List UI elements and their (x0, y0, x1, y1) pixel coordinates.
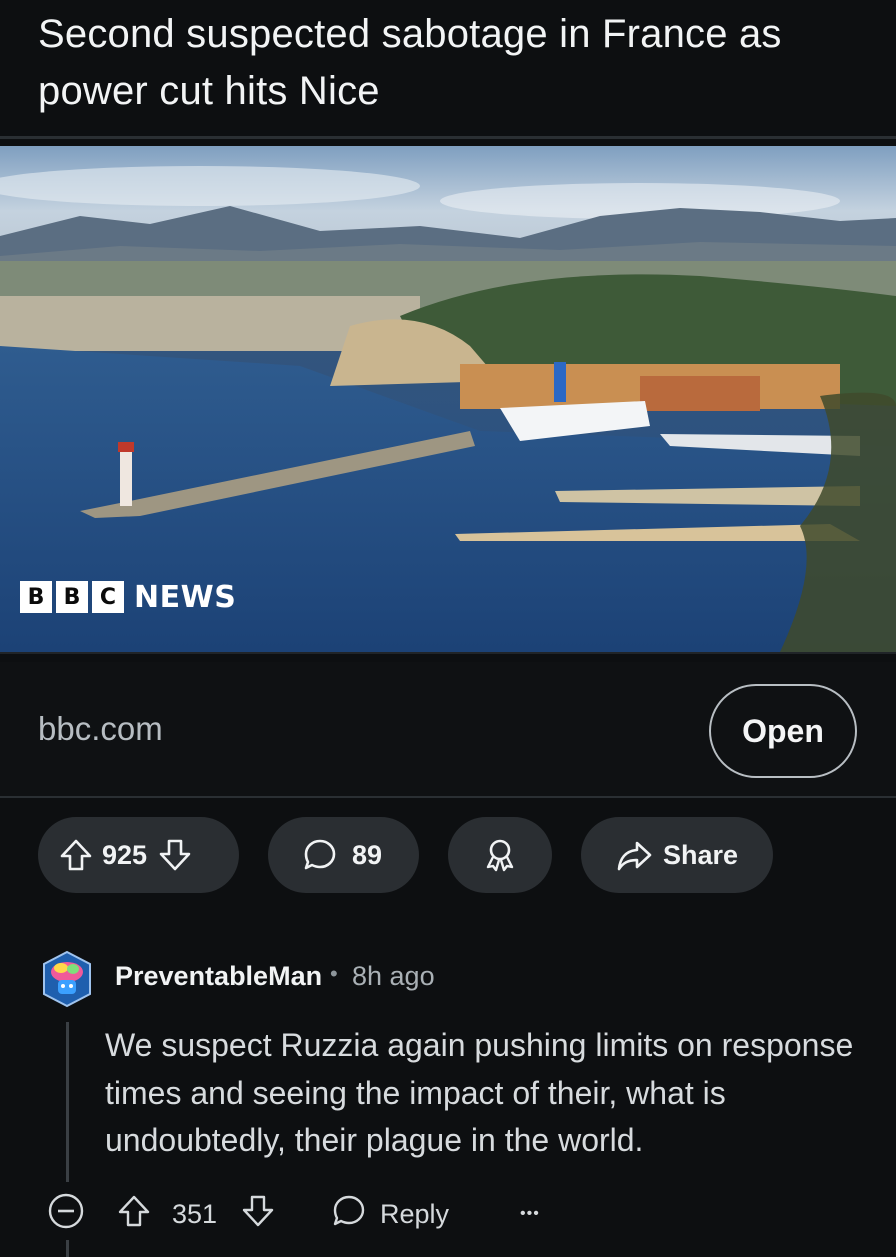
post-vote-count: 925 (102, 839, 148, 870)
reply-icon (330, 1193, 368, 1236)
bbc-letter: B (20, 581, 52, 613)
downvote-icon[interactable] (157, 837, 193, 873)
bbc-news-text: NEWS (134, 579, 237, 615)
divider (0, 652, 896, 654)
divider (0, 796, 896, 798)
award-icon (482, 836, 518, 874)
reply-button[interactable]: Reply (330, 1188, 449, 1240)
bbc-news-watermark: B B C NEWS (20, 579, 236, 615)
separator-dot: • (330, 961, 338, 986)
divider (0, 136, 896, 139)
post-title[interactable]: Second suspected sabotage in France as p… (38, 6, 868, 120)
share-button[interactable]: Share (581, 817, 773, 893)
comments-button[interactable]: 89 (268, 817, 419, 893)
comment-author[interactable]: PreventableMan (115, 961, 322, 992)
collapse-thread-button[interactable] (46, 1188, 86, 1240)
vote-pill: 925 (38, 817, 239, 893)
more-options-button[interactable]: ••• (520, 1188, 540, 1240)
bbc-letter: C (92, 581, 124, 613)
link-domain[interactable]: bbc.com (38, 710, 163, 748)
thread-line[interactable] (66, 1240, 69, 1257)
share-icon (615, 837, 653, 873)
open-link-button[interactable]: Open (709, 684, 857, 778)
comment-icon (302, 837, 338, 873)
comment-count: 89 (352, 839, 383, 870)
share-label: Share (663, 839, 739, 870)
comment-vote-count: 351 (172, 1198, 218, 1229)
nice-harbour-photo (0, 146, 896, 652)
link-preview-bar[interactable]: bbc.com Open (0, 662, 896, 796)
upvote-icon[interactable] (58, 837, 94, 873)
comment-timestamp: 8h ago (352, 961, 435, 991)
avatar[interactable] (41, 950, 93, 1008)
downvote-icon (240, 1193, 276, 1236)
thread-line[interactable] (66, 1022, 69, 1182)
comment-upvote-button[interactable] (116, 1188, 152, 1240)
reply-label: Reply (380, 1198, 450, 1229)
comment-body: We suspect Ruzzia again pushing limits o… (105, 1027, 854, 1158)
collapse-icon (46, 1191, 86, 1238)
post-image[interactable]: B B C NEWS (0, 146, 896, 652)
bbc-letter: B (56, 581, 88, 613)
comment-downvote-button[interactable] (240, 1188, 276, 1240)
award-button[interactable] (448, 817, 552, 893)
upvote-icon (116, 1193, 152, 1236)
post-header: Second suspected sabotage in France as p… (0, 0, 896, 136)
